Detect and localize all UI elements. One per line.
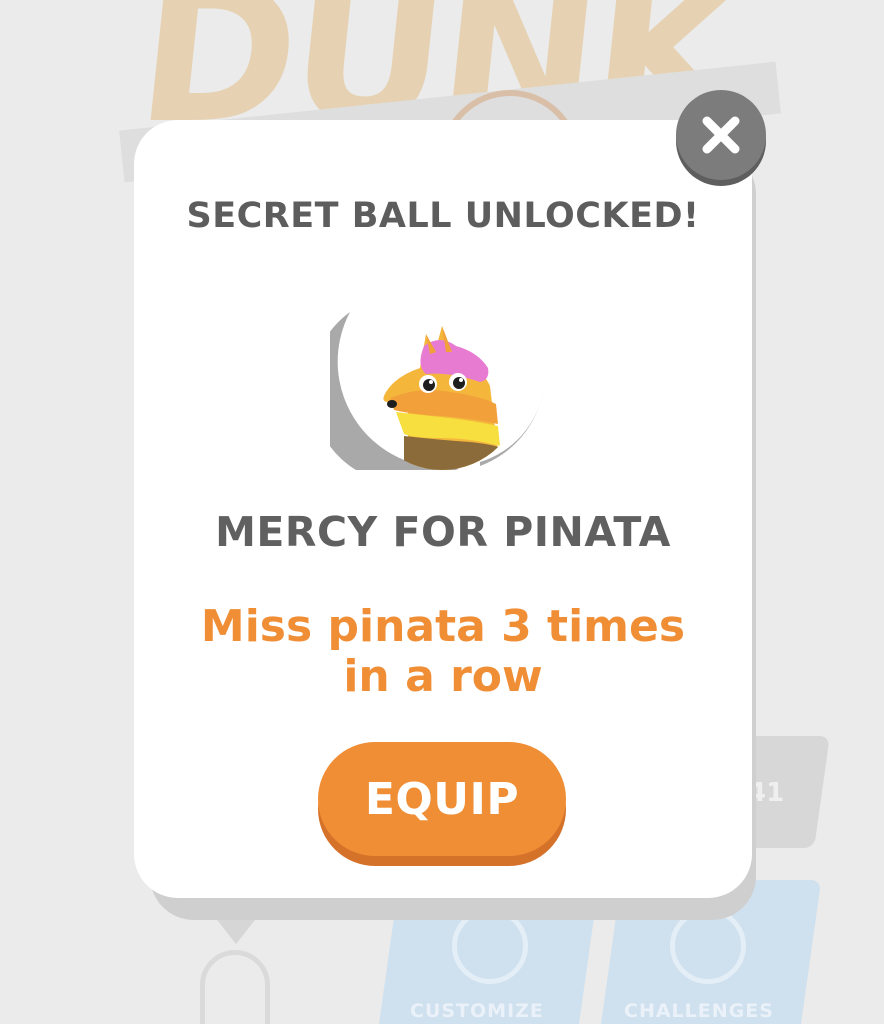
pinata-llama-icon [330,312,544,470]
modal-title: SECRET BALL UNLOCKED! [186,196,700,236]
hand-pointer-icon [200,950,270,1024]
ball-name: MERCY FOR PINATA [215,508,671,556]
tab-customize-label: CUSTOMIZE [410,1000,544,1022]
close-icon [702,116,740,154]
game-screen: DUNK 41 CUSTOMIZE CHALLENGES SECRET BALL… [0,0,884,1024]
arrow-down-icon [214,916,258,944]
unlock-requirement-text: Miss pinata 3 times in a row [200,601,686,702]
equip-button[interactable]: EQUIP [318,742,566,856]
tab-challenges-label: CHALLENGES [624,1000,774,1022]
close-button[interactable] [676,90,766,180]
unlock-requirement: Miss pinata 3 times in a row [134,602,752,702]
